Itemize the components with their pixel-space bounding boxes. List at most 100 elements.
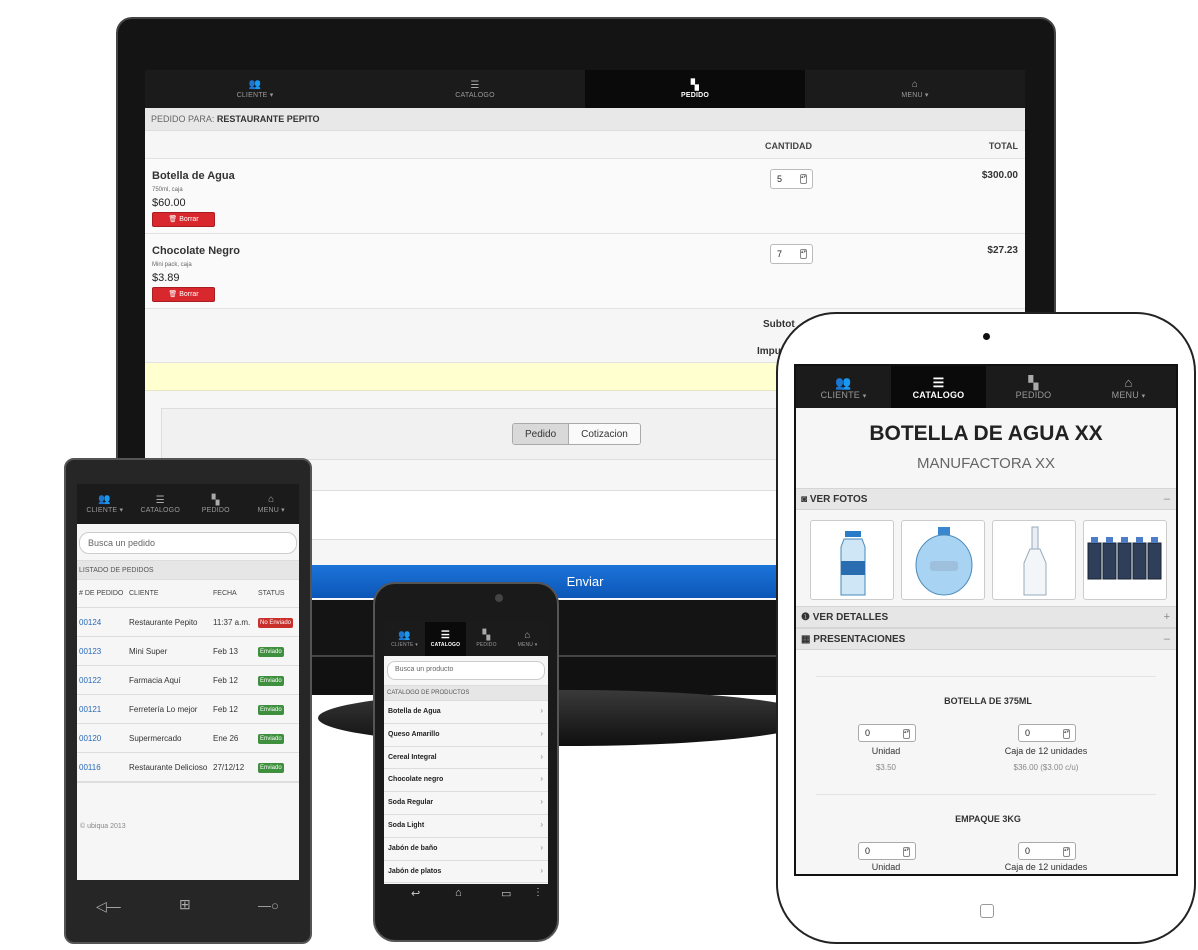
list-item[interactable]: Cereal Integral ›	[384, 747, 548, 770]
nav-cliente[interactable]: 👥 CLIENTE ▾	[796, 366, 891, 408]
nav-label: CLIENTE	[820, 389, 860, 400]
chevron-right-icon: ›	[540, 751, 543, 761]
list-item[interactable]: Jabón de baño ›	[384, 838, 548, 861]
nav-label: CATALOGO	[455, 91, 495, 99]
home-button[interactable]	[980, 904, 994, 918]
cart-icon: ▚	[1028, 374, 1039, 390]
home-button-icon[interactable]: ⌂	[455, 887, 462, 899]
overflow-menu-icon[interactable]: ⋮	[533, 887, 543, 898]
caret-down-icon: ▾	[924, 92, 929, 99]
client-name: Restaurante Delicioso	[129, 762, 208, 772]
accordion-ver-fotos[interactable]: ◙ VER FOTOS –	[796, 488, 1176, 510]
nav-pedido[interactable]: ▚ PEDIDO	[466, 622, 507, 656]
photo-thumbnail[interactable]	[1083, 520, 1167, 600]
status-badge: Enviado	[258, 733, 284, 744]
nav-catalogo[interactable]: ☰ CATALOGO	[133, 484, 189, 524]
nav-pedido[interactable]: ▚ PEDIDO	[986, 366, 1081, 408]
presentation-title: EMPAQUE 3KG	[955, 814, 1021, 824]
table-header: # DE PEDIDO CLIENTE FECHA STATUS	[77, 580, 299, 608]
nav-menu[interactable]: ⌂ MENU ▾	[244, 484, 300, 524]
unit-quantity-input[interactable]: 0 ▴▾	[858, 842, 916, 860]
grid-icon: ▦	[801, 634, 811, 645]
quantity-input[interactable]: 5 ▴▾	[770, 169, 813, 189]
nav-catalogo[interactable]: ☰ CATALOGO	[891, 366, 986, 408]
segment-cotizacion[interactable]: Cotizacion	[569, 424, 640, 444]
nav-catalogo[interactable]: ☰ CATALOGO	[365, 70, 585, 108]
back-icon[interactable]: ↩	[411, 887, 420, 900]
delete-button[interactable]: 🗑 Borrar	[152, 212, 215, 227]
box-quantity-input[interactable]: 0 ▴▾	[1018, 724, 1076, 742]
chevron-right-icon: ›	[540, 865, 543, 875]
order-search-input[interactable]: Busca un pedido	[79, 532, 297, 554]
order-id-link[interactable]: 00123	[77, 647, 129, 656]
product-search-input[interactable]: Busca un producto	[387, 661, 545, 680]
spinner-icon[interactable]: ▴▾	[1063, 847, 1070, 857]
recent-apps-icon[interactable]: ▭	[501, 887, 511, 900]
list-item[interactable]: Soda Regular ›	[384, 792, 548, 815]
accordion-ver-detalles[interactable]: ❶ VER DETALLES +	[796, 606, 1176, 628]
nav-menu[interactable]: ⌂ MENU ▾	[1081, 366, 1176, 408]
quantity-input[interactable]: 7 ▴▾	[770, 244, 813, 264]
order-id-link[interactable]: 00116	[77, 763, 129, 772]
nav-menu[interactable]: ⌂ MENU ▾	[507, 622, 548, 656]
nav-pedido[interactable]: ▚ PEDIDO	[585, 70, 805, 108]
order-id-link[interactable]: 00121	[77, 705, 129, 714]
search-key-icon[interactable]: —○	[258, 898, 279, 913]
product-name: Soda Regular	[388, 799, 434, 807]
windows-logo-icon[interactable]: ⊞	[179, 896, 191, 913]
list-item[interactable]: Soda Light ›	[384, 815, 548, 838]
collapse-icon: –	[1163, 633, 1170, 645]
order-id-link[interactable]: 00124	[77, 618, 129, 627]
spinner-icon[interactable]: ▴▾	[800, 174, 807, 184]
list-item[interactable]: Botella de Agua ›	[384, 701, 548, 724]
spinner-icon[interactable]: ▴▾	[903, 729, 910, 739]
table-row[interactable]: 00121 Ferretería Lo mejor Feb 12 Enviado	[77, 695, 299, 724]
delete-button[interactable]: 🗑 Borrar	[152, 287, 215, 302]
nav-label: PEDIDO	[201, 506, 230, 514]
nav-label: MENU	[517, 642, 534, 648]
trash-icon: 🗑	[168, 291, 178, 298]
order-for-label: PEDIDO PARA:	[151, 114, 215, 124]
accordion-presentaciones[interactable]: ▦ PRESENTACIONES –	[796, 628, 1176, 650]
accordion-label: VER DETALLES	[812, 612, 889, 623]
order-id-link[interactable]: 00122	[77, 676, 129, 685]
segment-pedido[interactable]: Pedido	[513, 424, 570, 444]
col-date: FECHA	[213, 590, 237, 597]
status-badge: Enviado	[258, 762, 284, 773]
box-label: Caja de 12 unidades	[1004, 862, 1088, 872]
back-icon[interactable]: ◁—	[96, 898, 121, 915]
photo-thumbnail[interactable]	[901, 520, 985, 600]
nav-catalogo[interactable]: ☰ CATALOGO	[425, 622, 466, 656]
order-date: Feb 12	[213, 675, 238, 685]
nav-cliente[interactable]: 👥 CLIENTE ▾	[77, 484, 133, 524]
spinner-icon[interactable]: ▴▾	[1063, 729, 1070, 739]
nav-menu[interactable]: ⌂ MENU ▾	[805, 70, 1025, 108]
list-item[interactable]: Chocolate negro ›	[384, 769, 548, 793]
col-status: STATUS	[258, 590, 285, 597]
order-id-link[interactable]: 00120	[77, 734, 129, 743]
nav-cliente[interactable]: 👥 CLIENTE ▾	[384, 622, 425, 656]
table-row[interactable]: 00116 Restaurante Delicioso 27/12/12 Enviad…	[77, 753, 299, 782]
photo-thumbnail[interactable]	[810, 520, 894, 600]
table-row[interactable]: 00124 Restaurante Pepito 11:37 a.m. No Envi…	[77, 608, 299, 637]
nav-label: PEDIDO	[476, 642, 497, 648]
table-row[interactable]: 00120 Supermercado Ene 26 Enviado	[77, 724, 299, 753]
box-quantity-input[interactable]: 0 ▴▾	[1018, 842, 1076, 860]
nav-pedido[interactable]: ▚ PEDIDO	[188, 484, 244, 524]
quantity-value: 5	[777, 174, 783, 184]
product-name: Cereal Integral	[388, 753, 437, 761]
list-item[interactable]: Queso Amarillo ›	[384, 724, 548, 747]
unit-quantity-input[interactable]: 0 ▴▾	[858, 724, 916, 742]
list-item[interactable]: Jabón de platos ›	[384, 861, 548, 884]
tablet-navbar: 👥 CLIENTE ▾ ☰ CATALOGO ▚ PEDIDO ⌂ MENU ▾	[796, 366, 1176, 408]
spinner-icon[interactable]: ▴▾	[800, 249, 807, 259]
spinner-icon[interactable]: ▴▾	[903, 847, 910, 857]
order-date: 27/12/12	[213, 762, 245, 772]
home-icon: ⌂	[1124, 374, 1133, 390]
table-row[interactable]: 00122 Farmacia Aquí Feb 12 Enviado	[77, 666, 299, 695]
product-price: $3.89	[152, 272, 180, 284]
client-name: Mini Super	[129, 646, 168, 656]
table-row[interactable]: 00123 Mini Super Feb 13 Enviado	[77, 637, 299, 666]
nav-cliente[interactable]: 👥 CLIENTE ▾	[145, 70, 365, 108]
photo-thumbnail[interactable]	[992, 520, 1076, 600]
